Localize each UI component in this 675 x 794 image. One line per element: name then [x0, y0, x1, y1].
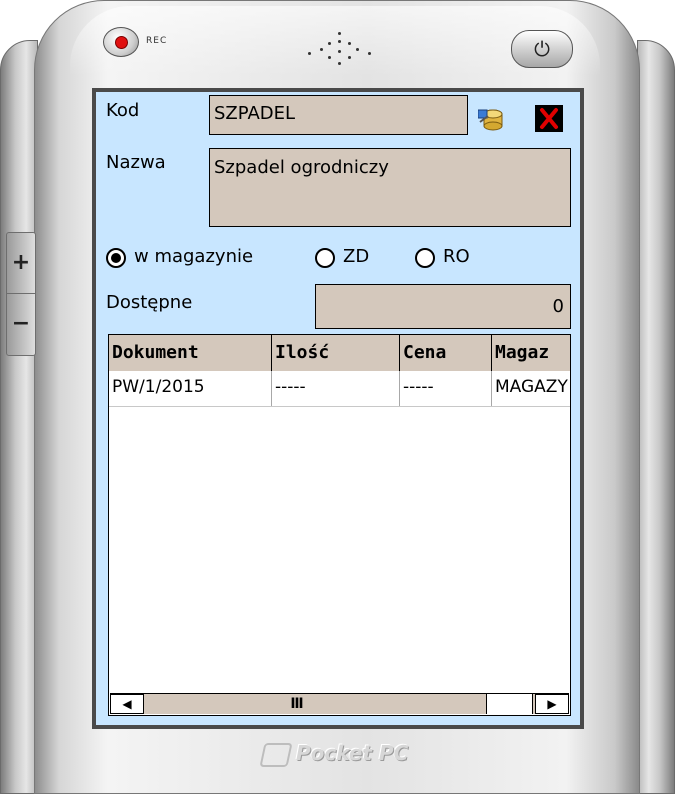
device-screen: Kod SZPADEL Nazwa Szpadel ogrodniczy w m…: [92, 88, 584, 729]
power-icon: ⏻: [534, 37, 550, 61]
arrow-left-icon: ◀: [122, 697, 132, 711]
column-header-ilosc[interactable]: Ilość: [272, 335, 400, 371]
dostepne-value: 0: [552, 296, 564, 317]
cell-dokument: PW/1/2015: [109, 371, 272, 406]
nazwa-value: Szpadel ogrodniczy: [214, 157, 389, 178]
record-label: REC: [146, 36, 168, 46]
nazwa-label: Nazwa: [106, 152, 166, 173]
app-window: Kod SZPADEL Nazwa Szpadel ogrodniczy w m…: [96, 92, 580, 725]
documents-grid[interactable]: Dokument Ilość Cena Magaz PW/1/2015 ----…: [108, 334, 571, 716]
column-header-magazyn[interactable]: Magaz: [492, 335, 570, 371]
speaker-grille: [300, 28, 380, 72]
device-right-side: [637, 40, 675, 794]
kod-input[interactable]: SZPADEL: [209, 95, 468, 135]
radio-w-magazynie[interactable]: [106, 248, 126, 268]
pocket-pc-logo: Pocket PC: [259, 741, 409, 767]
radio-w-magazynie-label: w magazynie: [134, 246, 254, 267]
record-button[interactable]: [103, 27, 139, 57]
arrow-right-icon: ▶: [547, 697, 557, 711]
radio-ro-label: RO: [443, 246, 470, 267]
windows-flag-icon: [259, 742, 293, 767]
grid-header: Dokument Ilość Cena Magaz: [109, 335, 570, 372]
radio-ro[interactable]: [415, 248, 435, 268]
dostepne-field: 0: [315, 284, 571, 329]
column-header-dokument[interactable]: Dokument: [109, 335, 272, 371]
volume-down-button[interactable]: −: [7, 294, 35, 354]
horizontal-scrollbar[interactable]: ◀ Ⅲ ▶: [110, 693, 569, 714]
device-left-side: [0, 40, 38, 794]
pocket-pc-label: Pocket PC: [296, 741, 409, 765]
table-row[interactable]: PW/1/2015 ----- ----- MAGAZY: [109, 371, 570, 407]
record-icon: [115, 36, 128, 49]
scroll-right-button[interactable]: ▶: [535, 694, 569, 714]
volume-up-button[interactable]: +: [7, 233, 35, 294]
kod-label: Kod: [106, 100, 140, 121]
cell-ilosc: -----: [272, 371, 400, 406]
dostepne-label: Dostępne: [106, 292, 193, 313]
column-header-cena[interactable]: Cena: [400, 335, 492, 371]
scrollbar-thumb[interactable]: [486, 694, 533, 714]
pocket-pc-device: + − REC ⏻ Kod SZPADEL Nazwa Szpadel ogro…: [0, 0, 675, 794]
cell-cena: -----: [400, 371, 492, 406]
close-icon[interactable]: [535, 105, 563, 132]
kod-value: SZPADEL: [214, 103, 296, 124]
radio-zd-label: ZD: [343, 246, 370, 267]
volume-buttons: + −: [6, 232, 36, 356]
scroll-left-button[interactable]: ◀: [110, 694, 144, 714]
power-button[interactable]: ⏻: [511, 30, 573, 68]
radio-zd[interactable]: [315, 248, 335, 268]
cell-magazyn: MAGAZY: [495, 377, 568, 397]
nazwa-input[interactable]: Szpadel ogrodniczy: [209, 148, 571, 227]
scroll-grip-icon[interactable]: Ⅲ: [288, 694, 306, 714]
database-search-icon[interactable]: [478, 106, 504, 132]
